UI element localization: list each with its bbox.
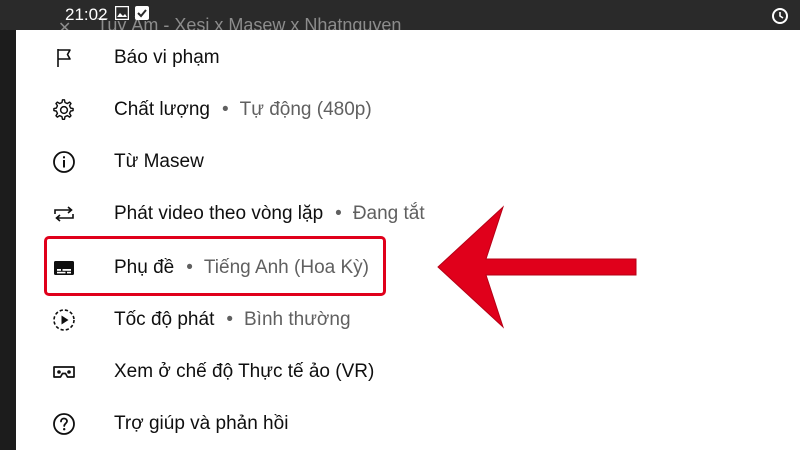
alarm-icon (772, 8, 788, 24)
menu-item-label: Chất lượng (114, 99, 210, 120)
check-notification-icon (135, 6, 149, 20)
menu-item-help-feedback[interactable]: Trợ giúp và phản hồi (16, 398, 800, 450)
menu-item-label: Phát video theo vòng lặp (114, 203, 324, 224)
menu-item-loop[interactable]: Phát video theo vòng lặp • Đang tắt (16, 188, 800, 240)
separator-dot: • (335, 203, 342, 224)
help-icon (53, 413, 75, 435)
status-bar: ✕ Tuy Âm - Xesi x Masew x Nhatnguyen 21:… (0, 0, 800, 37)
menu-item-label: Xem ở chế độ Thực tế ảo (VR) (114, 361, 375, 382)
image-notification-icon (115, 6, 129, 20)
menu-item-report[interactable]: Báo vi phạm (16, 32, 800, 84)
gear-icon (53, 99, 74, 121)
info-icon (53, 151, 75, 173)
separator-dot: • (226, 309, 233, 330)
flag-icon (57, 49, 71, 67)
menu-item-from-channel[interactable]: Từ Masew (16, 136, 800, 188)
separator-dot: • (221, 99, 229, 120)
menu-item-value: Tự động (480p) (239, 99, 372, 120)
menu-item-vr[interactable]: Xem ở chế độ Thực tế ảo (VR) (16, 346, 800, 398)
red-arrow-annotation (437, 205, 637, 329)
captions-highlight-box (44, 236, 386, 296)
menu-item-playback-speed[interactable]: Tốc độ phát • Bình thường (16, 294, 800, 346)
playback-speed-icon (53, 309, 75, 331)
menu-item-label: Từ Masew (114, 151, 204, 172)
vr-cardboard-icon (53, 366, 75, 378)
menu-item-quality[interactable]: Chất lượng • Tự động (480p) (16, 84, 800, 136)
status-time: 21:02 (65, 5, 108, 24)
loop-icon (54, 206, 74, 222)
menu-item-label: Tốc độ phát (114, 309, 215, 330)
menu-item-label: Trợ giúp và phản hồi (114, 413, 289, 434)
menu-item-label: Báo vi phạm (114, 47, 220, 68)
menu-item-value: Bình thường (244, 309, 351, 330)
menu-item-value: Đang tắt (352, 203, 425, 224)
